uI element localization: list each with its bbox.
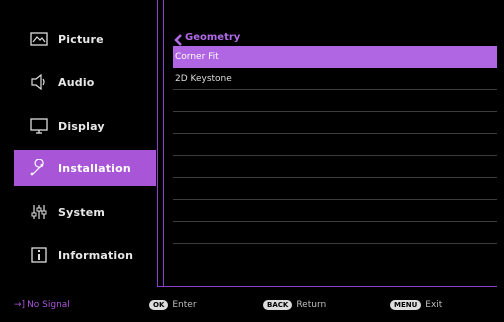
sidebar-menu: Picture Audio Display Installation Syste… [14, 4, 156, 284]
exit-label: Exit [425, 300, 443, 310]
sidebar-item-system[interactable]: System [14, 194, 156, 230]
ok-key-icon: OK [149, 300, 169, 310]
chevron-left-icon[interactable] [173, 31, 183, 46]
divider [157, 286, 497, 287]
divider [163, 0, 164, 287]
input-arrow-icon: →] [14, 300, 26, 310]
sidebar-item-label: Display [58, 119, 105, 133]
list-item [173, 156, 497, 178]
sliders-icon [28, 203, 50, 221]
list-item [173, 178, 497, 200]
sidebar-item-information[interactable]: Information [14, 237, 156, 273]
sidebar-item-label: Installation [58, 161, 131, 175]
status-text: No Signal [27, 300, 70, 310]
list-item [173, 244, 497, 266]
return-hint: BACK Return [263, 300, 326, 310]
list-item [173, 90, 497, 112]
sidebar-item-picture[interactable]: Picture [14, 21, 156, 57]
sidebar-item-label: Audio [58, 75, 95, 89]
sidebar-item-label: Information [58, 248, 134, 262]
geometry-panel: Geometry Corner Fit 2D Keystone [173, 28, 497, 266]
divider [157, 0, 158, 287]
enter-label: Enter [172, 300, 197, 310]
enter-hint: OK Enter [149, 300, 197, 310]
wrench-icon [28, 159, 50, 177]
speaker-icon [28, 73, 50, 91]
sidebar-item-label: Picture [58, 32, 104, 46]
option-corner-fit[interactable]: Corner Fit [173, 46, 497, 68]
option-2d-keystone[interactable]: 2D Keystone [173, 68, 497, 90]
list-item [173, 222, 497, 244]
picture-icon [28, 30, 50, 48]
list-item [173, 112, 497, 134]
back-key-icon: BACK [263, 300, 293, 310]
info-icon [28, 246, 50, 264]
monitor-icon [28, 117, 50, 135]
sidebar-item-display[interactable]: Display [14, 108, 156, 144]
panel-title: Geometry [185, 31, 241, 43]
list-item [173, 200, 497, 222]
return-label: Return [296, 300, 327, 310]
panel-header[interactable]: Geometry [173, 28, 497, 46]
sidebar-item-installation[interactable]: Installation [14, 150, 156, 186]
exit-hint: MENU Exit [390, 300, 442, 310]
footer-bar: →] No Signal OK Enter BACK Return MENU E… [0, 296, 504, 320]
signal-status: →] No Signal [14, 300, 70, 310]
sidebar-item-audio[interactable]: Audio [14, 64, 156, 100]
sidebar-item-label: System [58, 205, 106, 219]
menu-key-icon: MENU [390, 300, 422, 310]
list-item [173, 134, 497, 156]
